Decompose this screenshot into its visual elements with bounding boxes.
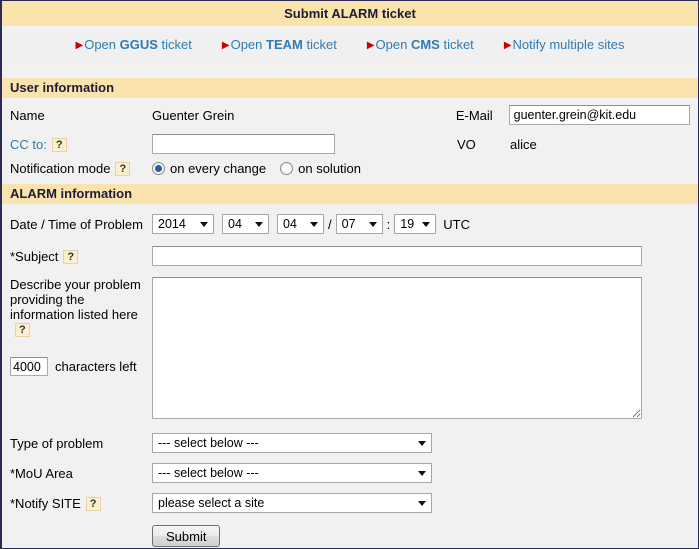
problem-description-textarea[interactable] <box>152 277 642 419</box>
section-header-user-information: User information <box>2 78 698 98</box>
subject-help-icon[interactable]: ? <box>63 249 79 264</box>
minute-select[interactable]: 19 <box>394 214 437 234</box>
mou-area-row: *MoU Area --- select below --- <box>2 463 698 483</box>
alarm-ticket-form: Submit ALARM ticket ▶Open GGUS ticket ▶O… <box>0 0 699 549</box>
red-arrow-icon: ▶ <box>75 39 84 51</box>
cc-row: CC to:? VO alice <box>2 133 698 155</box>
vo-label: VO <box>457 136 476 152</box>
name-value: Guenter Grein <box>152 107 235 123</box>
red-arrow-icon: ▶ <box>221 39 230 51</box>
chevron-down-icon <box>200 221 208 227</box>
red-arrow-icon: ▶ <box>503 39 512 51</box>
open-ggus-ticket-link[interactable]: ▶Open GGUS ticket <box>76 37 192 52</box>
subject-row: *Subject? <box>2 246 698 266</box>
name-label: Name <box>10 107 45 123</box>
section-header-alarm-information: ALARM information <box>2 184 698 204</box>
month-select[interactable]: 04 <box>222 214 269 234</box>
describe-label: Describe your problem providing the info… <box>10 277 141 322</box>
notify-site-select[interactable]: please select a site <box>152 493 432 513</box>
describe-help-icon[interactable]: ? <box>15 323 30 337</box>
hour-select[interactable]: 07 <box>335 214 383 234</box>
type-of-problem-row: Type of problem --- select below --- <box>2 433 698 453</box>
submit-row: Submit <box>2 525 698 547</box>
date-time-label: Date / Time of Problem <box>10 216 143 232</box>
radio-on-solution[interactable] <box>280 162 294 175</box>
time-separator: : <box>386 216 391 232</box>
cc-field[interactable] <box>152 134 335 154</box>
subject-field[interactable] <box>152 246 642 266</box>
chevron-down-icon <box>418 500 426 506</box>
chevron-down-icon <box>422 221 431 227</box>
notify-site-label: *Notify SITE <box>10 495 81 511</box>
radio-on-solution-label: on solution <box>298 161 362 176</box>
vo-value: alice <box>510 136 537 152</box>
utc-label: UTC <box>443 216 470 232</box>
radio-on-every-change[interactable] <box>152 162 165 175</box>
chevron-down-icon <box>418 470 426 476</box>
page-title: Submit ALARM ticket <box>2 1 698 26</box>
notify-multiple-sites-link[interactable]: ▶Notify multiple sites <box>504 37 625 52</box>
nav-links-row: ▶Open GGUS ticket ▶Open TEAM ticket ▶Ope… <box>2 26 698 62</box>
radio-on-every-change-label: on every change <box>170 161 267 176</box>
chevron-down-icon <box>310 221 318 227</box>
open-cms-ticket-link[interactable]: ▶Open CMS ticket <box>367 37 474 52</box>
notification-mode-label: Notification mode <box>10 161 111 176</box>
chevron-down-icon <box>368 221 377 227</box>
date-time-row: Date / Time of Problem 2014 04 04 / 07 :… <box>2 214 698 234</box>
characters-left-count <box>10 357 48 376</box>
submit-button[interactable]: Submit <box>152 525 221 547</box>
notification-mode-row: Notification mode? on every change on so… <box>2 161 698 176</box>
type-of-problem-select[interactable]: --- select below --- <box>152 433 432 453</box>
type-of-problem-label: Type of problem <box>10 435 104 451</box>
cc-to-link[interactable]: CC to: <box>10 137 47 152</box>
red-arrow-icon: ▶ <box>366 39 375 51</box>
open-team-ticket-link[interactable]: ▶Open TEAM ticket <box>222 37 337 52</box>
chevron-down-icon <box>418 440 426 446</box>
name-row: Name Guenter Grein E-Mail <box>2 105 698 125</box>
cc-help-icon[interactable]: ? <box>51 137 67 152</box>
day-select[interactable]: 04 <box>277 214 324 234</box>
notify-site-help-icon[interactable]: ? <box>85 496 101 511</box>
chevron-down-icon <box>255 221 263 227</box>
notify-site-row: *Notify SITE? please select a site <box>2 493 698 513</box>
mou-area-label: *MoU Area <box>10 465 73 481</box>
date-separator: / <box>328 216 332 232</box>
describe-row: Describe your problem providing the info… <box>2 277 698 419</box>
notification-mode-help-icon[interactable]: ? <box>115 162 131 176</box>
subject-label: *Subject <box>10 248 59 264</box>
mou-area-select[interactable]: --- select below --- <box>152 463 432 483</box>
email-field[interactable] <box>508 105 690 125</box>
characters-left-label: characters left <box>55 359 137 374</box>
year-select[interactable]: 2014 <box>152 214 214 234</box>
email-label: E-Mail <box>455 107 493 123</box>
